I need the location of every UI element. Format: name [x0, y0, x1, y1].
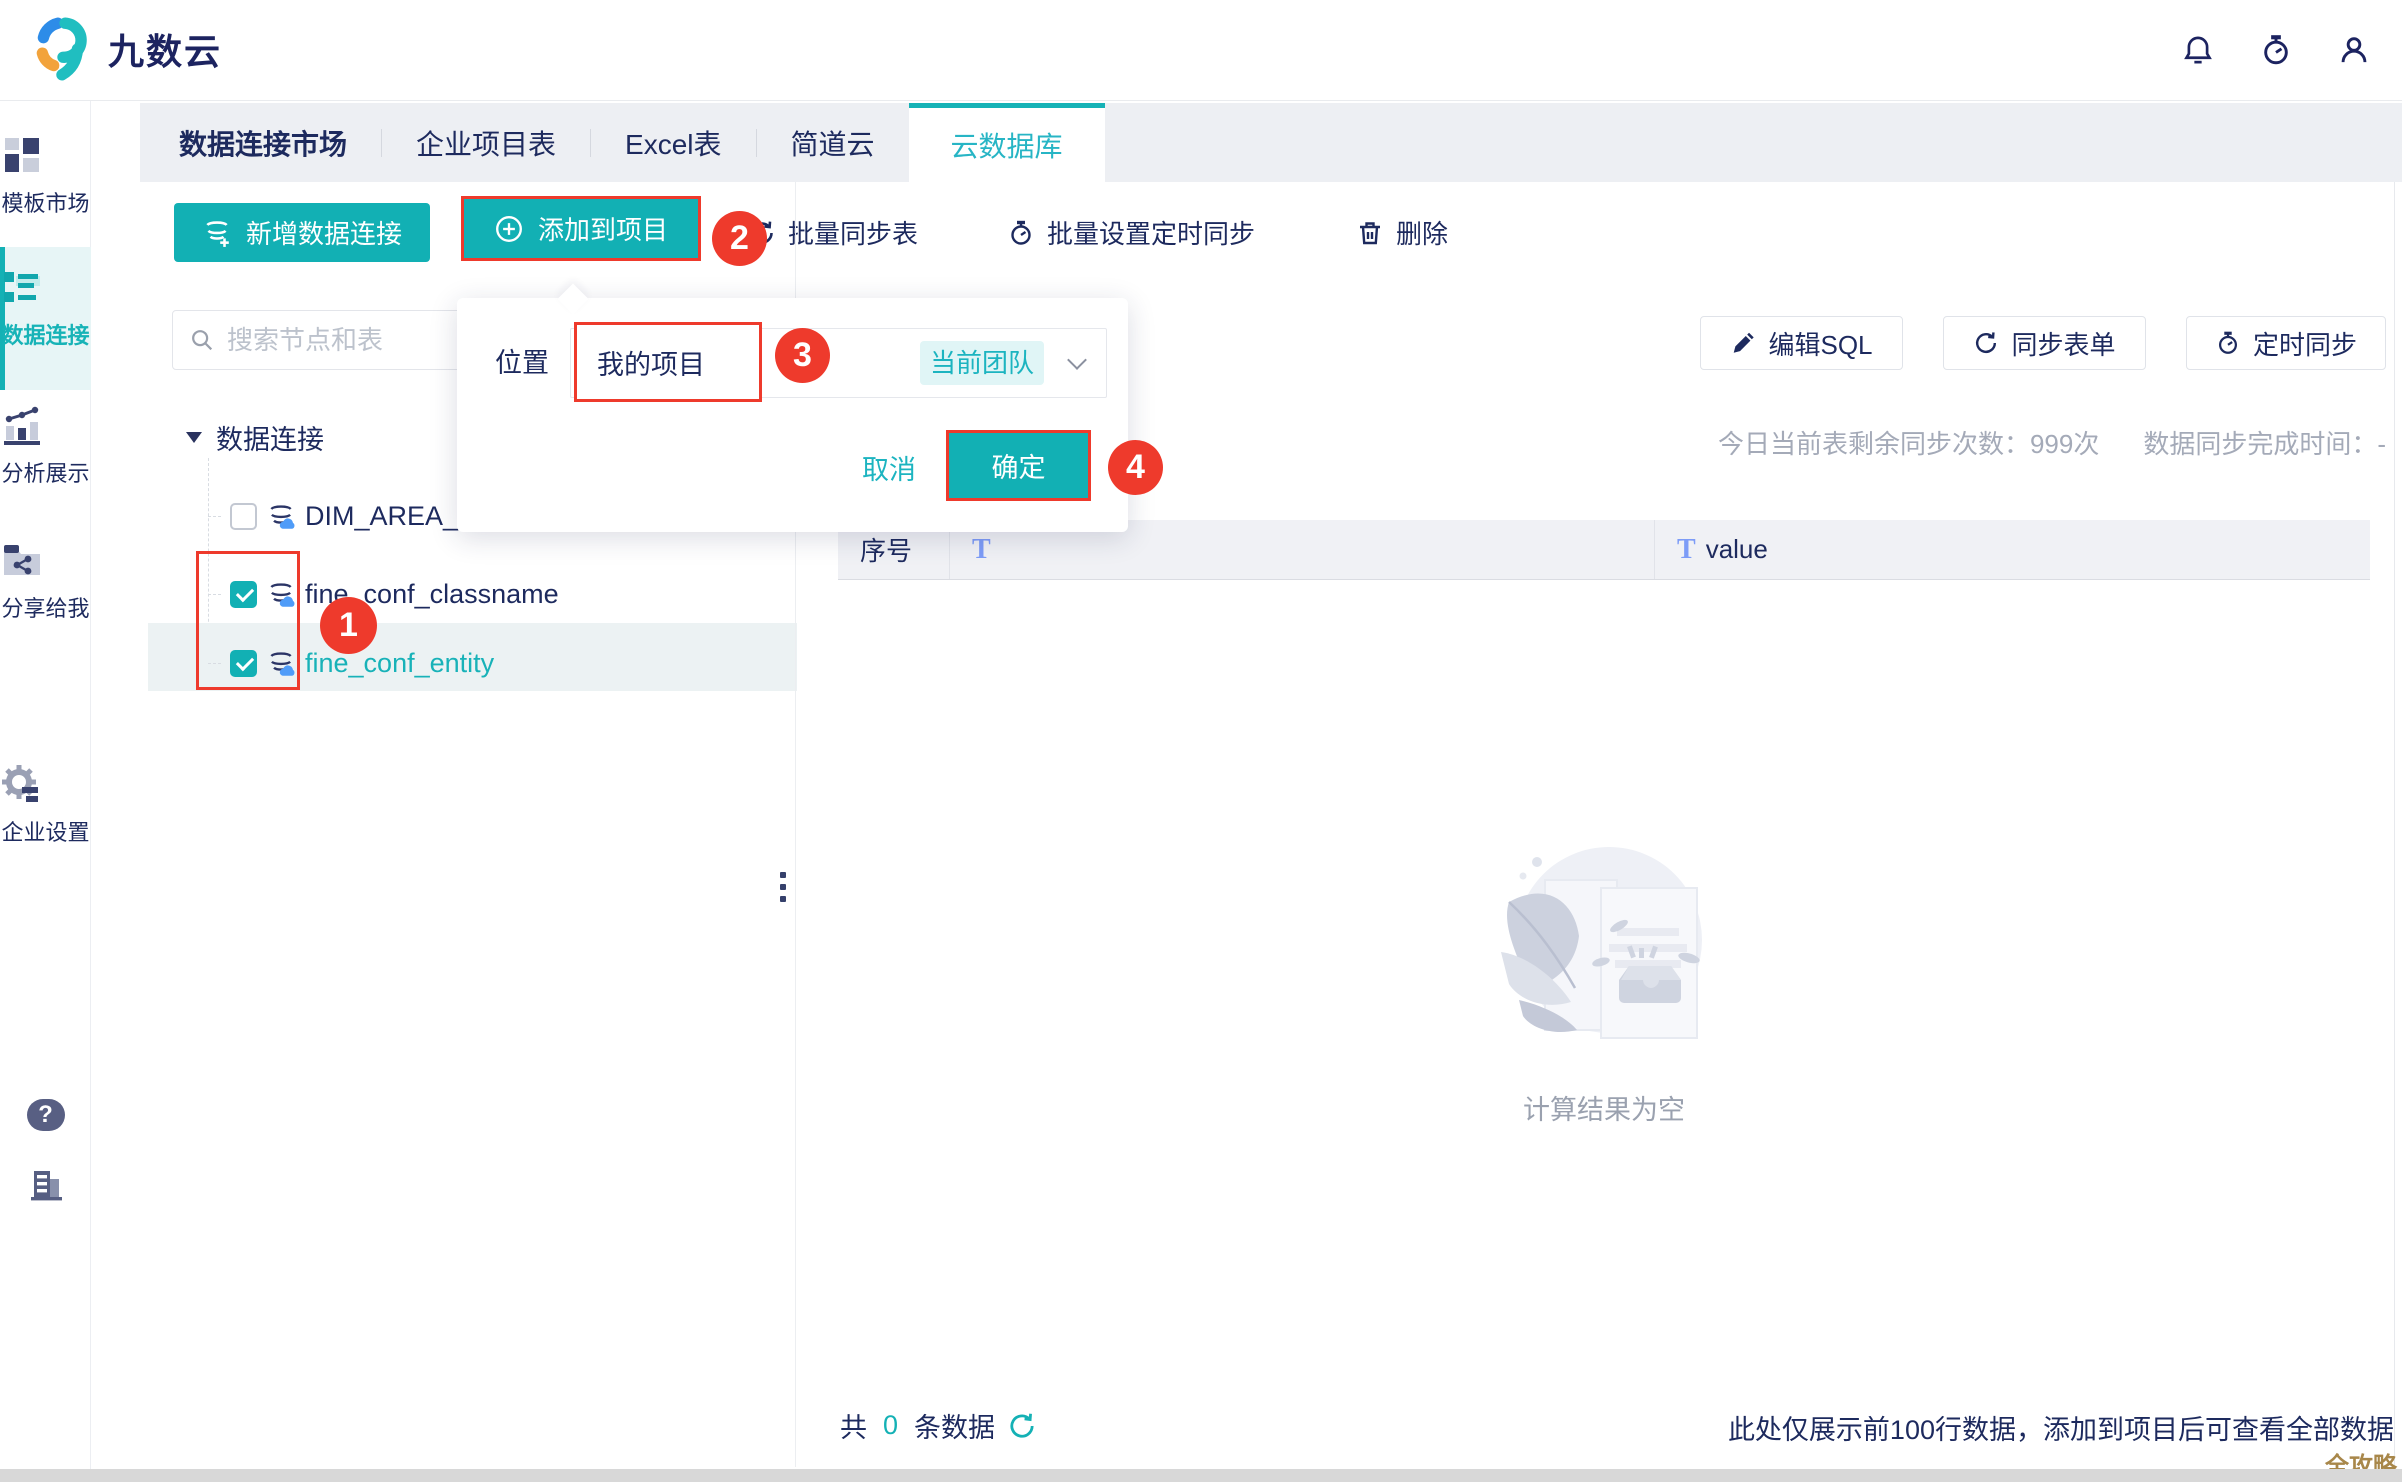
confirm-annotation-box: 确定: [946, 430, 1091, 501]
location-label: 位置: [495, 343, 549, 383]
page-bottom-strip: [0, 1469, 2402, 1482]
batch-schedule-sync-button[interactable]: 批量设置定时同步: [1007, 203, 1255, 262]
edit-sql-button[interactable]: 编辑SQL: [1700, 316, 1903, 370]
column-header-value[interactable]: T value: [1655, 520, 2370, 579]
trash-icon: [1356, 219, 1384, 247]
stopwatch-icon: [1007, 219, 1035, 247]
tab-strip: 数据连接市场 企业项目表 Excel表 简道云 云数据库: [140, 103, 2402, 182]
stopwatch-icon: [2215, 330, 2241, 356]
panel-resize-handle[interactable]: [780, 872, 786, 902]
row-count: 共 0 条数据: [840, 1406, 1037, 1445]
tree-root-node[interactable]: 数据连接: [186, 418, 324, 457]
checkbox-annotation-box: [196, 551, 300, 690]
organization-button[interactable]: [0, 1163, 91, 1207]
building-icon: [0, 1163, 91, 1207]
brand[interactable]: 九数云: [30, 16, 222, 82]
template-market-icon: [0, 134, 91, 178]
sidebar-item-analysis-display[interactable]: 分析展示: [0, 404, 91, 488]
location-annotation-box: 我的项目: [574, 322, 762, 402]
tab-jiandaoyun[interactable]: 简道云: [757, 103, 909, 182]
search-input[interactable]: [227, 325, 467, 356]
app-root: 九数云: [0, 0, 2402, 1482]
sidebar: 模板市场 数据连接: [0, 101, 91, 1469]
empty-state-text: 计算结果为空: [838, 1088, 2370, 1127]
refresh-count-icon[interactable]: [1007, 1411, 1037, 1441]
user-profile-icon[interactable]: [2334, 30, 2374, 70]
step-badge-2: 2: [712, 211, 767, 266]
sync-form-button[interactable]: 同步表单: [1943, 316, 2146, 370]
popup-arrow: [557, 283, 588, 314]
plus-circle-icon: [494, 214, 524, 244]
batch-sync-tables-button[interactable]: 批量同步表: [748, 203, 918, 262]
step-badge-3: 3: [775, 328, 830, 383]
sidebar-item-shared-with-me[interactable]: 分享给我: [0, 539, 91, 623]
timed-sync-button[interactable]: 定时同步: [2186, 316, 2386, 370]
cloud-table-icon: [266, 502, 296, 532]
collapse-triangle-icon[interactable]: [186, 432, 202, 443]
empty-state-illustration: [838, 840, 2370, 1070]
help-button[interactable]: ?: [0, 1099, 91, 1131]
new-data-connection-button[interactable]: 新增数据连接: [174, 203, 430, 262]
cancel-button[interactable]: 取消: [862, 448, 916, 487]
notification-bell-icon[interactable]: [2178, 30, 2218, 70]
topbar: 九数云: [0, 0, 2402, 101]
step-badge-1: 1: [320, 597, 377, 654]
location-select[interactable]: 我的项目 当前团队: [570, 328, 1107, 398]
team-tag[interactable]: 当前团队: [920, 341, 1044, 385]
tab-data-connection-market[interactable]: 数据连接市场: [140, 103, 381, 182]
add-to-project-button[interactable]: 添加到项目: [464, 199, 698, 258]
database-plus-icon: [202, 218, 232, 248]
step-badge-4: 4: [1108, 440, 1163, 495]
tab-excel[interactable]: Excel表: [591, 103, 755, 182]
search-icon: [189, 327, 215, 353]
text-type-icon: T: [972, 534, 991, 566]
add-to-project-popup: 位置 我的项目 当前团队 3 取消 确定 4: [457, 298, 1128, 532]
sidebar-item-template-market[interactable]: 模板市场: [0, 134, 91, 218]
refresh-icon: [1973, 330, 1999, 356]
gear-icon: [0, 763, 91, 807]
row-count-number: 0: [879, 1410, 902, 1441]
tree-node-dim-area[interactable]: DIM_AREA_: [208, 501, 458, 532]
tab-enterprise-project-table[interactable]: 企业项目表: [382, 103, 590, 182]
sidebar-item-data-connection[interactable]: 数据连接: [0, 266, 91, 350]
location-value: 我的项目: [597, 343, 705, 382]
add-to-project-annotation-box: 添加到项目: [461, 196, 701, 261]
chevron-down-icon[interactable]: [1067, 350, 1087, 370]
pencil-icon: [1730, 330, 1756, 356]
tab-cloud-database[interactable]: 云数据库: [909, 103, 1105, 182]
brand-logo-icon: [30, 16, 96, 82]
empty-state: 计算结果为空: [838, 840, 2370, 1127]
brand-name: 九数云: [108, 23, 222, 75]
topbar-icons: [2178, 30, 2374, 70]
checkbox-unchecked[interactable]: [230, 503, 257, 530]
text-type-icon: T: [1677, 534, 1696, 566]
scrollbar-track[interactable]: [2394, 182, 2395, 1467]
help-icon: ?: [27, 1099, 65, 1131]
share-folder-icon: [0, 539, 91, 583]
delete-button[interactable]: 删除: [1356, 203, 1448, 262]
data-connection-icon: [0, 266, 91, 310]
history-timer-icon[interactable]: [2256, 30, 2296, 70]
confirm-button[interactable]: 确定: [949, 433, 1088, 498]
analysis-chart-icon: [0, 404, 91, 448]
preview-limit-hint: 此处仅展示前100行数据，添加到项目后可查看全部数据: [1728, 1408, 2394, 1447]
sidebar-item-enterprise-settings[interactable]: 企业设置: [0, 763, 91, 847]
sync-status-text: 今日当前表剩余同步次数：999次 数据同步完成时间：-: [1718, 424, 2386, 461]
